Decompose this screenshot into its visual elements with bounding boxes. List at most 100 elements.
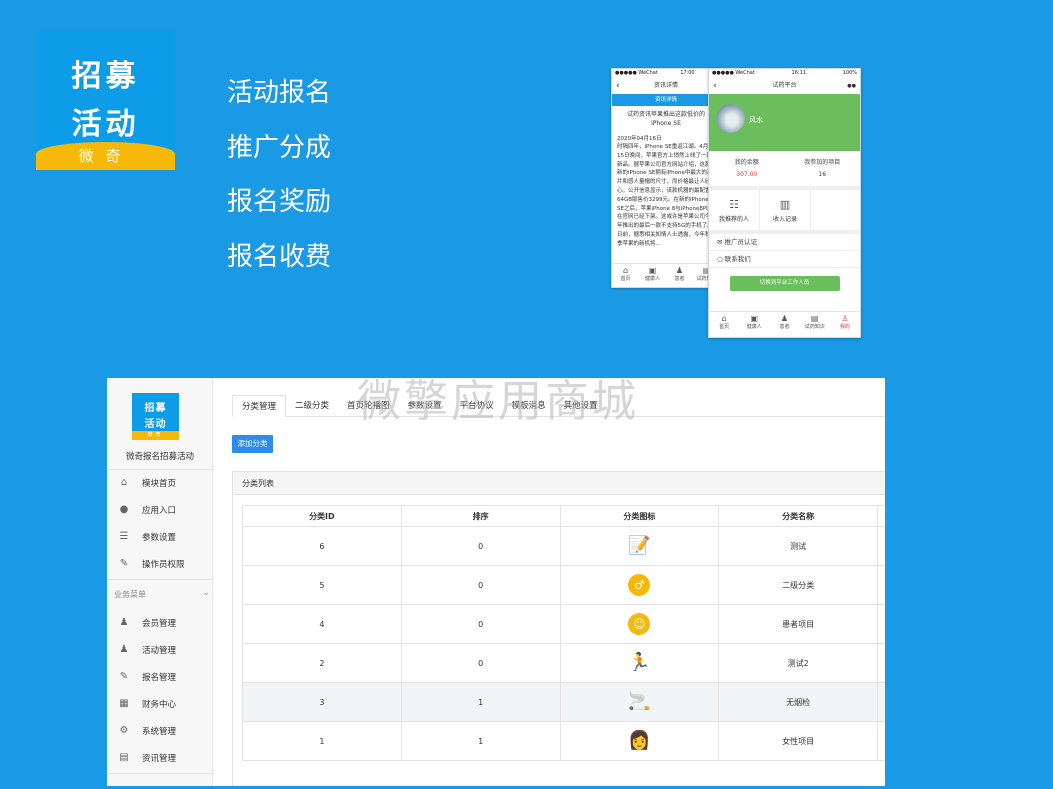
cell-icon: 📝 — [559, 526, 720, 566]
sidebar-item-app-entry[interactable]: ● 应用入口 — [107, 496, 213, 523]
edit-doc-icon: ✎ — [119, 671, 129, 682]
cell-sort: 0 — [400, 643, 561, 683]
feature-item: 活动报名 — [227, 78, 332, 108]
projects-stat[interactable]: 我参加的项目 16 — [785, 151, 861, 186]
table-row[interactable]: 5 0 ♂ 二级分类 — [242, 565, 885, 605]
tab-healthy[interactable]: ▣ 健康人 — [639, 264, 666, 287]
feature-item: 报名收费 — [227, 241, 332, 272]
sidebar-logo[interactable]: 招募 活动 微奇 — [132, 393, 179, 440]
category-table: 分类ID 排序 分类图标 分类名称 6 0 📝 测试 5 0 ♂ 二级分类 4 … — [242, 505, 885, 761]
grid-item-referrals[interactable]: ☷ 我推荐的人 — [709, 190, 760, 230]
table-row[interactable]: 6 0 📝 测试 — [242, 526, 885, 566]
chart-icon: ▦ — [119, 698, 129, 709]
person-icon: ♟ — [780, 314, 789, 323]
balance-stat[interactable]: 我的余额 307.00 — [709, 151, 785, 186]
cell-icon: ♂ — [559, 565, 720, 605]
row-promoter-cert[interactable]: ✉ 推广员认证 — [709, 234, 860, 251]
grid-item-income[interactable]: ▥ 收入记录 — [760, 190, 811, 230]
logo-band: 微奇 — [36, 142, 175, 170]
column-header — [877, 505, 885, 527]
user-card-icon: ▣ — [750, 314, 759, 323]
back-arrow-icon[interactable]: ‹ — [713, 78, 717, 94]
article-date: 2020年04月16日 — [617, 136, 662, 142]
tab-home[interactable]: ⌂ 首页 — [612, 264, 639, 287]
tab-patient[interactable]: ♟ 患者 — [666, 264, 693, 287]
cell-name: 患者项目 — [718, 604, 879, 644]
column-header[interactable]: 分类ID — [242, 505, 402, 527]
cell-sort: 0 — [400, 604, 561, 644]
edit-doc-icon: ✎ — [119, 558, 129, 569]
column-header[interactable]: 分类名称 — [718, 505, 879, 527]
tab-sub-category[interactable]: 二级分类 — [286, 395, 338, 416]
nav-bar: ‹ 资讯详情 — [612, 78, 720, 94]
profile-header: 风水 — [709, 94, 860, 151]
chevron-down-icon: ⌄ — [202, 588, 210, 598]
switch-role-button[interactable]: 切换到平台工作人员 — [729, 276, 840, 291]
feature-item: 报名奖励 — [227, 187, 332, 217]
table-row[interactable]: 1 1 👩 女性项目 — [242, 721, 885, 761]
sidebar-item-members[interactable]: ♟ 会员管理 — [107, 609, 213, 636]
column-header[interactable]: 排序 — [400, 505, 561, 527]
sidebar-item-params[interactable]: ☰ 参数设置 — [107, 523, 213, 550]
logo-line2: 活动 — [71, 107, 140, 142]
cell-id: 5 — [242, 565, 402, 605]
status-bar: ●●●●● WeChat 17:00 — [612, 69, 720, 78]
mail-icon: ✉ — [717, 238, 725, 246]
balance-label: 我的余额 — [734, 159, 759, 166]
row-contact-us[interactable]: ○ 联系我们 — [709, 251, 860, 268]
user-card-icon: ▣ — [648, 266, 657, 275]
runner-icon: 🏃 — [628, 652, 651, 673]
table-row[interactable]: 4 0 ☺ 患者项目 — [242, 604, 885, 644]
status-time: 17:00 — [680, 70, 695, 76]
divider — [107, 579, 213, 580]
table-row[interactable]: 3 1 🚬 无烟检 — [242, 682, 885, 722]
list-icon: ☰ — [119, 531, 129, 542]
cell-sort: 1 — [400, 682, 561, 722]
logo-band: 微奇 — [132, 431, 179, 440]
tab-healthy[interactable]: ▣ 健康人 — [739, 312, 769, 337]
avatar[interactable] — [716, 104, 745, 133]
section-title[interactable]: 业务菜单 ⌄ — [114, 588, 210, 600]
feature-list: 活动报名 推广分成 报名奖励 报名收费 — [227, 75, 331, 293]
sidebar: 招募 活动 微奇 微奇报名招募活动 ⌂ 模块首页 ● 应用入口 ☰ 参数设置 ✎ 操作员… — [107, 378, 213, 786]
logo-line1: 招募 — [71, 59, 140, 94]
tab-home[interactable]: ⌂ 首页 — [709, 312, 739, 337]
woman-icon: 👩 — [628, 730, 651, 751]
tab-bar: ⌂ 首页 ▣ 健康人 ♟ 患者 ▤ 试药知识 ♙ 我的 — [709, 311, 860, 337]
tab-mine[interactable]: ♙ 我的 — [830, 312, 860, 337]
divider — [107, 773, 213, 774]
status-bar: ●●●●● WeChat 16:11 100% — [709, 69, 860, 78]
cell-name: 无烟检 — [718, 682, 879, 722]
sidebar-item-news[interactable]: ▤ 资讯管理 — [107, 744, 213, 771]
sidebar-item-activities[interactable]: ♟ 活动管理 — [107, 636, 213, 663]
tab-patient[interactable]: ♟ 患者 — [769, 312, 799, 337]
cell-id: 6 — [242, 526, 402, 566]
back-arrow-icon[interactable]: ‹ — [616, 78, 620, 94]
panel-title: 分类列表 — [233, 472, 885, 495]
sub-title-bar: 资讯详情 — [612, 94, 720, 106]
patient-icon: ☺ — [628, 613, 651, 635]
cell-name: 女性项目 — [718, 721, 879, 761]
main-content: 分类管理 二级分类 首页轮播图 参数设置 平台协议 模板消息 其他设置 添加分类… — [213, 378, 885, 786]
table-row[interactable]: 2 0 🏃 测试2 — [242, 643, 885, 683]
list-icon: ☷ — [729, 198, 739, 211]
sidebar-item-finance[interactable]: ▦ 财务中心 — [107, 690, 213, 717]
status-carrier: ●●●●● WeChat — [615, 70, 658, 76]
add-category-button[interactable]: 添加分类 — [232, 435, 273, 453]
user-name: 风水 — [749, 116, 763, 124]
cell-icon: 🏃 — [559, 643, 720, 683]
cell-sort: 0 — [400, 565, 561, 605]
more-icon[interactable]: ●● — [847, 78, 856, 94]
sidebar-item-operator-perm[interactable]: ✎ 操作员权限 — [107, 550, 213, 577]
sidebar-item-module-home[interactable]: ⌂ 模块首页 — [107, 469, 213, 496]
gear-icon: ⚙ — [119, 725, 129, 736]
tab-category-manage[interactable]: 分类管理 — [232, 395, 287, 417]
home-icon: ⌂ — [721, 314, 727, 323]
tab-knowledge[interactable]: ▤ 试药知识 — [800, 312, 830, 337]
news-icon: ▤ — [119, 752, 129, 763]
cell-id: 4 — [242, 604, 402, 644]
column-header[interactable]: 分类图标 — [559, 505, 720, 527]
phone-article-screen: ●●●●● WeChat 17:00 ‹ 资讯详情 资讯详情 试药资讯苹果推出这… — [611, 68, 721, 288]
sidebar-item-system[interactable]: ⚙ 系统管理 — [107, 717, 213, 744]
sidebar-item-signups[interactable]: ✎ 报名管理 — [107, 663, 213, 690]
